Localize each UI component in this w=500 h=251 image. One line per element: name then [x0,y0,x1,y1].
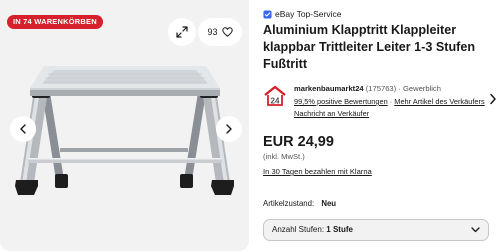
steps-select-label: Anzahl Stufen: [272,225,325,234]
watch-count: 93 [207,27,218,37]
condition-value: Neu [321,199,337,208]
listing-details: eBay Top-Service Aluminium Klapptritt Kl… [263,0,500,251]
top-service-icon [263,9,272,19]
seller-info: markenbaumarkt24 (175763) · Gewerblich [294,84,441,93]
price: EUR 24,99 [263,134,334,150]
top-service-link[interactable]: eBay Top-Service [263,9,341,19]
condition-label: Artikelzustand: [263,199,315,208]
seller-name[interactable]: markenbaumarkt24 [294,84,364,93]
image-gallery: IN 74 WARENKÖRBEN 93 [0,0,249,251]
seller-separator: · [398,84,401,93]
listing-title: Aluminium Klapptritt Klappleiter klappba… [263,23,476,71]
steps-select[interactable]: Anzahl Stufen: 1 Stufe [263,219,489,241]
seller-feedback-count: (175763) [365,84,397,93]
item-condition: Artikelzustand: Neu [263,199,336,208]
expand-icon [176,26,188,38]
vat-note: (inkl. MwSt.) [263,152,305,161]
svg-text:24: 24 [271,97,280,106]
seller-logo: 24 [264,85,286,106]
steps-select-value: 1 Stufe [326,225,353,234]
product-image [15,66,234,195]
seller-separator: · [389,97,393,106]
more-items-link[interactable]: Mehr Artikel des Verkäufers [394,97,484,106]
contact-seller-link[interactable]: Nachricht an Verkäufer [294,109,369,118]
seller-type: Gewerblich [402,84,441,93]
chevron-right-icon[interactable] [489,93,497,105]
seller-links-row: 99,5% positive Bewertungen · Mehr Artike… [294,97,485,106]
top-service-label: eBay Top-Service [275,9,342,19]
seller-card[interactable]: 24 markenbaumarkt24 (175763) · Gewerblic… [263,82,500,128]
chevron-left-icon [20,124,26,134]
cart-count-badge: IN 74 WARENKÖRBEN [7,15,103,29]
heart-icon [221,27,233,37]
klarna-link[interactable]: In 30 Tagen bezahlen mit Klarna [263,167,372,176]
positive-feedback-link[interactable]: 99,5% positive Bewertungen [294,97,388,106]
chevron-down-icon [471,227,480,233]
previous-image-button[interactable] [10,116,36,142]
next-image-button[interactable] [216,116,242,142]
chevron-right-icon [226,124,232,134]
seller-contact-row: Nachricht an Verkäufer [294,109,369,118]
